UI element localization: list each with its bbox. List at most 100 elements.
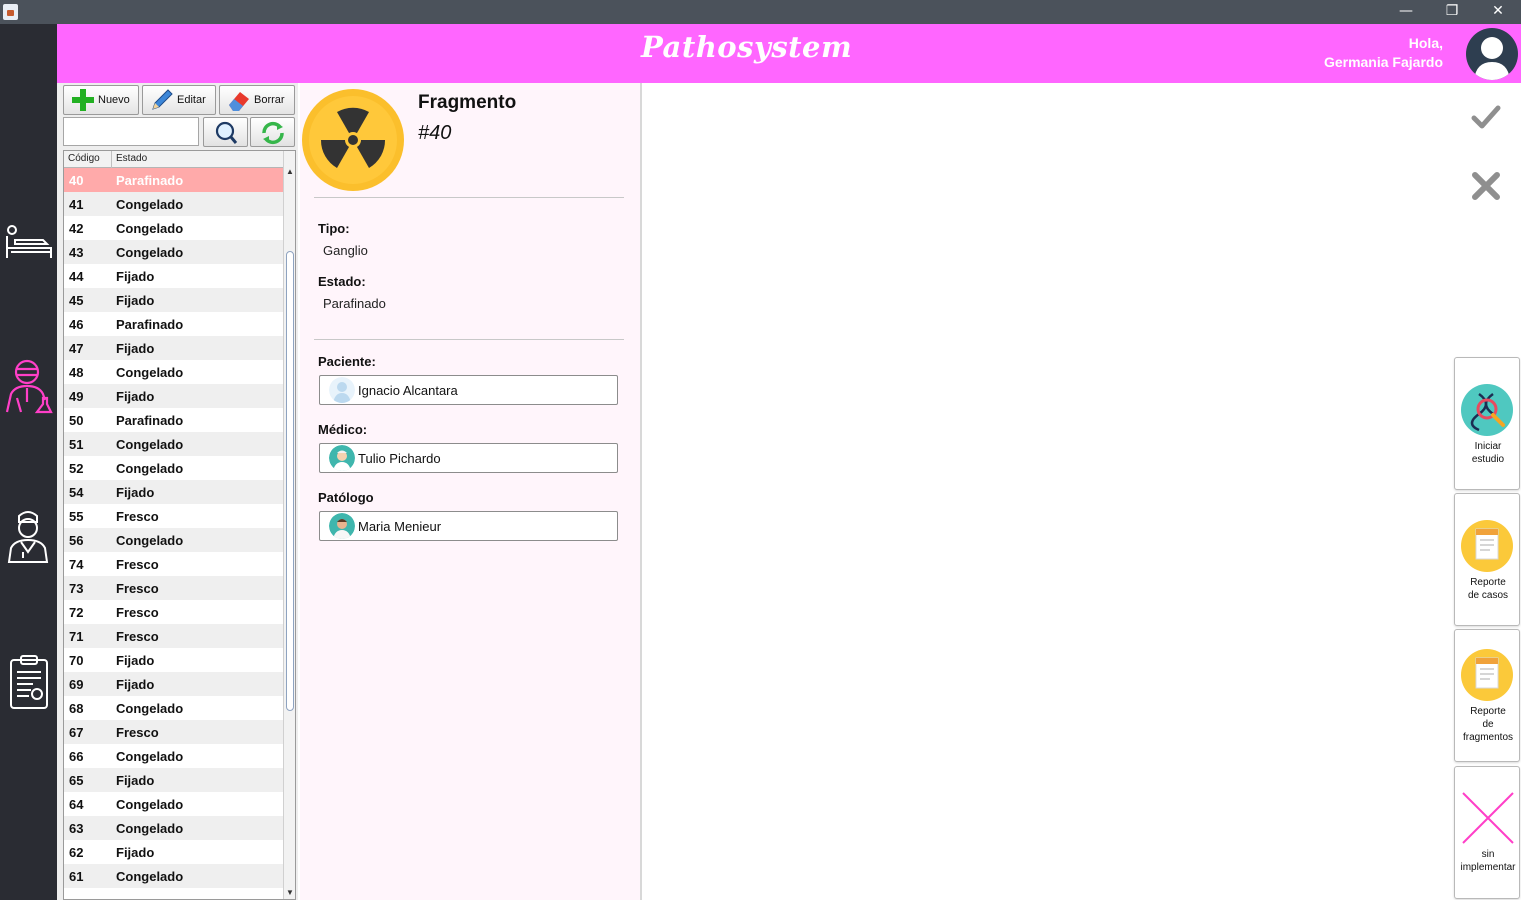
table-row[interactable]: 51 Congelado bbox=[64, 432, 283, 456]
close-window-button[interactable]: ✕ bbox=[1475, 0, 1521, 24]
delete-button[interactable]: Borrar bbox=[219, 85, 295, 115]
dna-search-icon bbox=[1461, 384, 1513, 436]
cancel-button[interactable] bbox=[1464, 164, 1508, 208]
confirm-button[interactable] bbox=[1464, 98, 1508, 138]
cell-state: Fijado bbox=[116, 845, 155, 860]
table-row[interactable]: 61 Congelado bbox=[64, 864, 283, 888]
panel-divider bbox=[640, 83, 642, 900]
table-row[interactable]: 45 Fijado bbox=[64, 288, 283, 312]
table-row[interactable]: 55 Fresco bbox=[64, 504, 283, 528]
clipboard-icon[interactable] bbox=[3, 654, 55, 712]
type-label: Tipo: bbox=[318, 221, 350, 236]
edit-button-label: Editar bbox=[177, 94, 206, 106]
table-row[interactable]: 73 Fresco bbox=[64, 576, 283, 600]
cell-code: 48 bbox=[69, 365, 84, 380]
start-study-line2: estudio bbox=[1471, 454, 1505, 465]
table-row[interactable]: 47 Fijado bbox=[64, 336, 283, 360]
start-study-button[interactable]: Iniciar estudio bbox=[1454, 357, 1520, 490]
table-row[interactable]: 49 Fijado bbox=[64, 384, 283, 408]
cell-state: Fresco bbox=[116, 629, 159, 644]
cell-state: Fresco bbox=[116, 725, 159, 740]
type-value: Ganglio bbox=[323, 243, 368, 258]
table-row[interactable]: 56 Congelado bbox=[64, 528, 283, 552]
user-avatar[interactable] bbox=[1466, 28, 1518, 80]
table-row[interactable]: 71 Fresco bbox=[64, 624, 283, 648]
column-header-state[interactable]: Estado bbox=[116, 153, 147, 164]
greeting-username: Germania Fajardo bbox=[1323, 54, 1443, 70]
table-row[interactable]: 46 Parafinado bbox=[64, 312, 283, 336]
table-row[interactable]: 41 Congelado bbox=[64, 192, 283, 216]
eraser-icon bbox=[226, 87, 252, 113]
table-row[interactable]: 67 Fresco bbox=[64, 720, 283, 744]
radiation-icon bbox=[302, 89, 404, 191]
cell-code: 68 bbox=[69, 701, 84, 716]
cases-report-button[interactable]: Reporte de casos bbox=[1454, 493, 1520, 626]
table-row[interactable]: 40 Parafinado bbox=[64, 168, 283, 192]
state-value: Parafinado bbox=[323, 296, 386, 311]
cell-state: Congelado bbox=[116, 197, 184, 212]
column-header-code[interactable]: Código bbox=[68, 153, 100, 164]
table-row[interactable]: 44 Fijado bbox=[64, 264, 283, 288]
pathologist-field[interactable]: Maria Menieur bbox=[319, 511, 618, 541]
edit-button[interactable]: Editar bbox=[142, 85, 216, 115]
maximize-button[interactable]: ❐ bbox=[1429, 0, 1475, 24]
doctor-label: Médico: bbox=[318, 422, 368, 437]
cell-code: 71 bbox=[69, 629, 84, 644]
doctor-icon[interactable] bbox=[3, 506, 55, 564]
cell-state: Parafinado bbox=[116, 173, 184, 188]
pathologist-avatar-icon bbox=[329, 513, 355, 539]
cell-code: 49 bbox=[69, 389, 84, 404]
patient-field[interactable]: Ignacio Alcantara bbox=[319, 375, 618, 405]
cell-code: 56 bbox=[69, 533, 84, 548]
table-row[interactable]: 42 Congelado bbox=[64, 216, 283, 240]
fragments-table: Código Estado 40 Parafinado 41 Congelado 42 C… bbox=[63, 150, 296, 900]
table-row[interactable]: 74 Fresco bbox=[64, 552, 283, 576]
pink-x-icon bbox=[1462, 792, 1514, 844]
sidebar-nav bbox=[0, 24, 57, 900]
table-row[interactable]: 70 Fijado bbox=[64, 648, 283, 672]
cell-code: 62 bbox=[69, 845, 84, 860]
scroll-up-arrow-icon[interactable]: ▲ bbox=[284, 166, 295, 178]
fragments-report-button[interactable]: Reporte de fragmentos bbox=[1454, 629, 1520, 762]
table-row[interactable]: 66 Congelado bbox=[64, 744, 283, 768]
table-row[interactable]: 65 Fijado bbox=[64, 768, 283, 792]
cell-state: Fresco bbox=[116, 557, 159, 572]
cell-code: 67 bbox=[69, 725, 84, 740]
cell-code: 42 bbox=[69, 221, 84, 236]
divider bbox=[314, 339, 624, 340]
minimize-button[interactable]: — bbox=[1383, 0, 1429, 24]
table-row[interactable]: 63 Congelado bbox=[64, 816, 283, 840]
doctor-name: Tulio Pichardo bbox=[358, 450, 441, 466]
table-scrollbar[interactable]: ▲ ▼ bbox=[283, 151, 295, 899]
refresh-button[interactable] bbox=[250, 117, 295, 147]
table-row[interactable]: 72 Fresco bbox=[64, 600, 283, 624]
new-button[interactable]: Nuevo bbox=[63, 85, 139, 115]
close-icon bbox=[1472, 172, 1500, 200]
cell-code: 72 bbox=[69, 605, 84, 620]
divider bbox=[314, 197, 624, 198]
fragment-detail-panel: Fragmento #40 Tipo: Ganglio Estado: Para… bbox=[300, 83, 640, 900]
cell-code: 66 bbox=[69, 749, 84, 764]
table-row[interactable]: 62 Fijado bbox=[64, 840, 283, 864]
table-row[interactable]: 48 Congelado bbox=[64, 360, 283, 384]
table-row[interactable]: 50 Parafinado bbox=[64, 408, 283, 432]
pencil-icon bbox=[149, 87, 175, 113]
scrollbar-thumb[interactable] bbox=[286, 251, 294, 711]
cell-code: 64 bbox=[69, 797, 84, 812]
table-row[interactable]: 43 Congelado bbox=[64, 240, 283, 264]
greeting-hello: Hola, bbox=[1408, 35, 1443, 51]
cell-code: 73 bbox=[69, 581, 84, 596]
not-implemented-button[interactable]: sin implementar bbox=[1454, 766, 1520, 899]
table-row[interactable]: 52 Congelado bbox=[64, 456, 283, 480]
pathologist-icon[interactable] bbox=[3, 354, 55, 414]
table-row[interactable]: 68 Congelado bbox=[64, 696, 283, 720]
doctor-field[interactable]: Tulio Pichardo bbox=[319, 443, 618, 473]
table-row[interactable]: 64 Congelado bbox=[64, 792, 283, 816]
table-row[interactable]: 54 Fijado bbox=[64, 480, 283, 504]
table-row[interactable]: 69 Fijado bbox=[64, 672, 283, 696]
start-study-line1: Iniciar bbox=[1474, 441, 1502, 452]
search-input[interactable] bbox=[63, 117, 199, 146]
scroll-down-arrow-icon[interactable]: ▼ bbox=[284, 887, 295, 899]
search-button[interactable] bbox=[203, 117, 248, 147]
patient-bed-icon[interactable] bbox=[3, 218, 55, 276]
